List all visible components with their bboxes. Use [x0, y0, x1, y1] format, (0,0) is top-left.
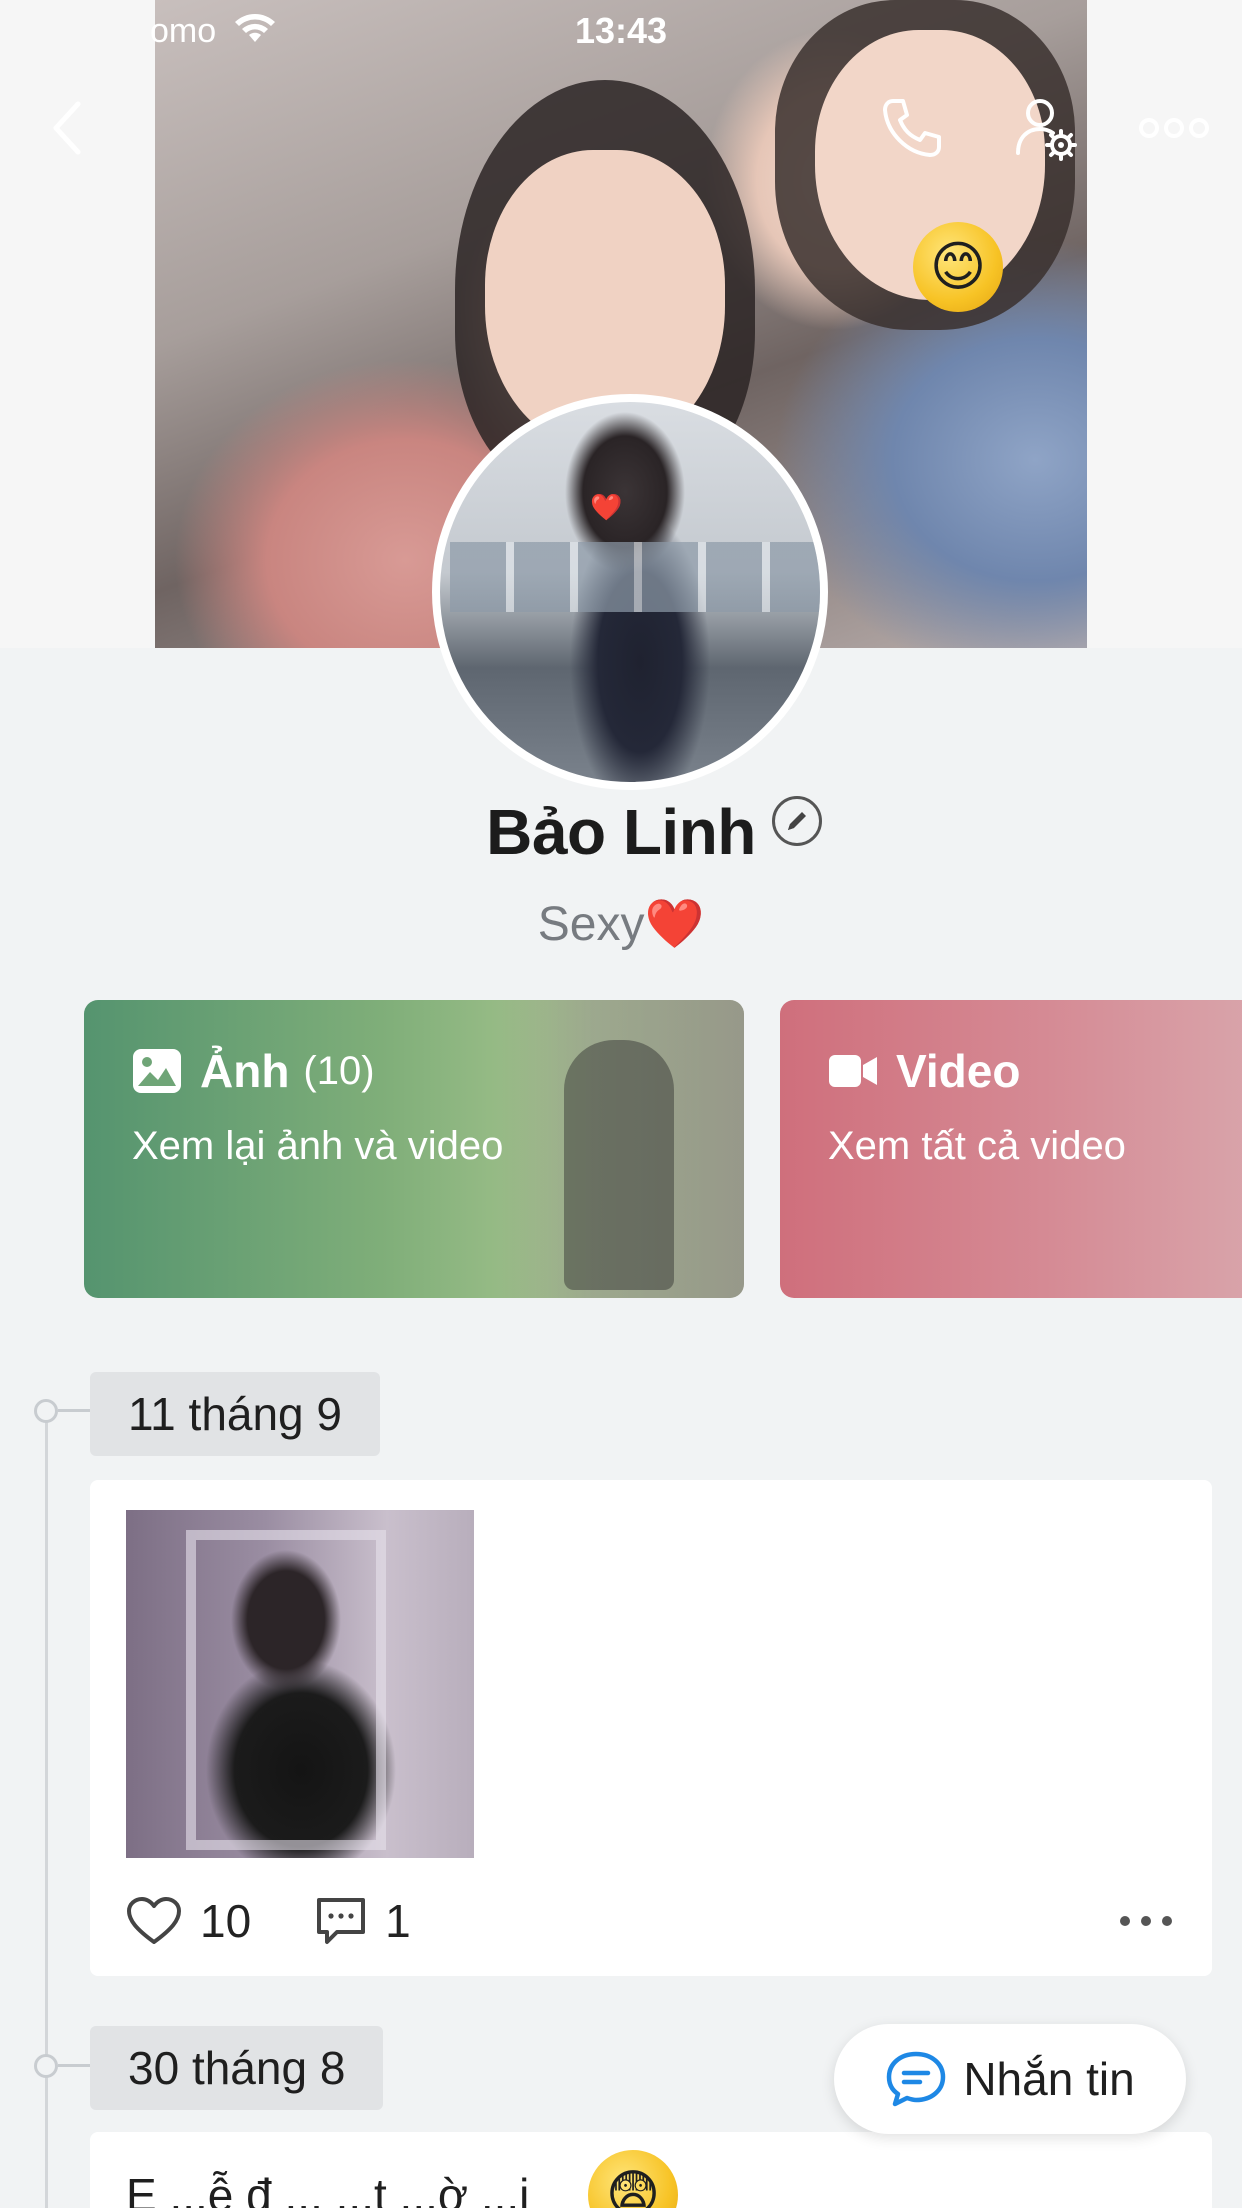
chat-bubble-icon [887, 2051, 946, 2107]
comment-button[interactable]: 1 [315, 1894, 411, 1948]
profile-settings-button[interactable] [1005, 88, 1085, 168]
photos-card[interactable]: Ảnh (10) Xem lại ảnh và video [84, 1000, 744, 1298]
call-button[interactable] [872, 88, 952, 168]
like-button[interactable]: 10 [126, 1894, 251, 1948]
photos-card-preview [564, 1040, 674, 1290]
more-horizontal-icon [1120, 1916, 1172, 1926]
photos-count: (10) [303, 1048, 375, 1093]
video-camera-icon [829, 1055, 877, 1087]
comment-count: 1 [385, 1895, 411, 1947]
post-card[interactable]: E ...ễ đ ... ...t ...ờ ...ị 😨 [90, 2132, 1212, 2208]
videos-card-title: Video [828, 1044, 1020, 1098]
photos-card-subtitle: Xem lại ảnh và video [132, 1124, 504, 1168]
message-button[interactable]: Nhắn tin [834, 2024, 1186, 2134]
post-text-preview: E ...ễ đ ... ...t ...ờ ...ị [126, 2169, 530, 2208]
back-button[interactable] [28, 88, 108, 168]
profile-name: Bảo Linh [486, 796, 756, 868]
videos-card[interactable]: Video Xem tất cả video [780, 1000, 1242, 1298]
like-count: 10 [200, 1895, 252, 1947]
user-settings-icon [1016, 99, 1077, 161]
timeline-dot [34, 2054, 90, 2078]
profile-bio: Sexy❤️ [537, 898, 705, 951]
photos-label: Ảnh [200, 1045, 290, 1097]
timeline-line [45, 1412, 48, 2208]
clock: 13:43 [574, 10, 668, 51]
date-chip: 30 tháng 8 [90, 2026, 384, 2110]
message-button-label: Nhắn tin [963, 2053, 1135, 2105]
post-menu-button[interactable] [1116, 1896, 1176, 1946]
cover-emoji-sticker: 😊 [913, 222, 1003, 312]
comment-icon [317, 1898, 366, 1944]
videos-card-subtitle: Xem tất cả video [828, 1124, 1126, 1168]
chevron-left-icon [53, 101, 81, 155]
image-icon [133, 1049, 181, 1093]
post-actions: 10 1 [126, 1886, 1176, 1956]
post-emoji: 😨 [588, 2150, 678, 2208]
photos-card-title: Ảnh (10) [132, 1044, 375, 1098]
post-photo[interactable] [126, 1510, 474, 1858]
avatar[interactable]: ❤️ [432, 394, 828, 790]
more-options-button[interactable] [1134, 88, 1214, 168]
phone-icon [883, 99, 941, 157]
edit-name-button[interactable] [772, 796, 822, 846]
post-card[interactable]: 10 1 [90, 1480, 1212, 1976]
status-bar: omo 13:43 [0, 0, 1242, 60]
videos-label: Video [896, 1045, 1021, 1097]
post-photo-content [186, 1530, 386, 1850]
heart-icon [127, 1897, 181, 1944]
avatar-heart-sticker: ❤️ [590, 492, 623, 522]
avatar-background [450, 542, 820, 612]
more-horizontal-icon [1139, 118, 1209, 138]
date-chip: 11 tháng 9 [90, 1372, 381, 1456]
pencil-icon [788, 812, 806, 830]
timeline-dot [34, 1399, 90, 1423]
